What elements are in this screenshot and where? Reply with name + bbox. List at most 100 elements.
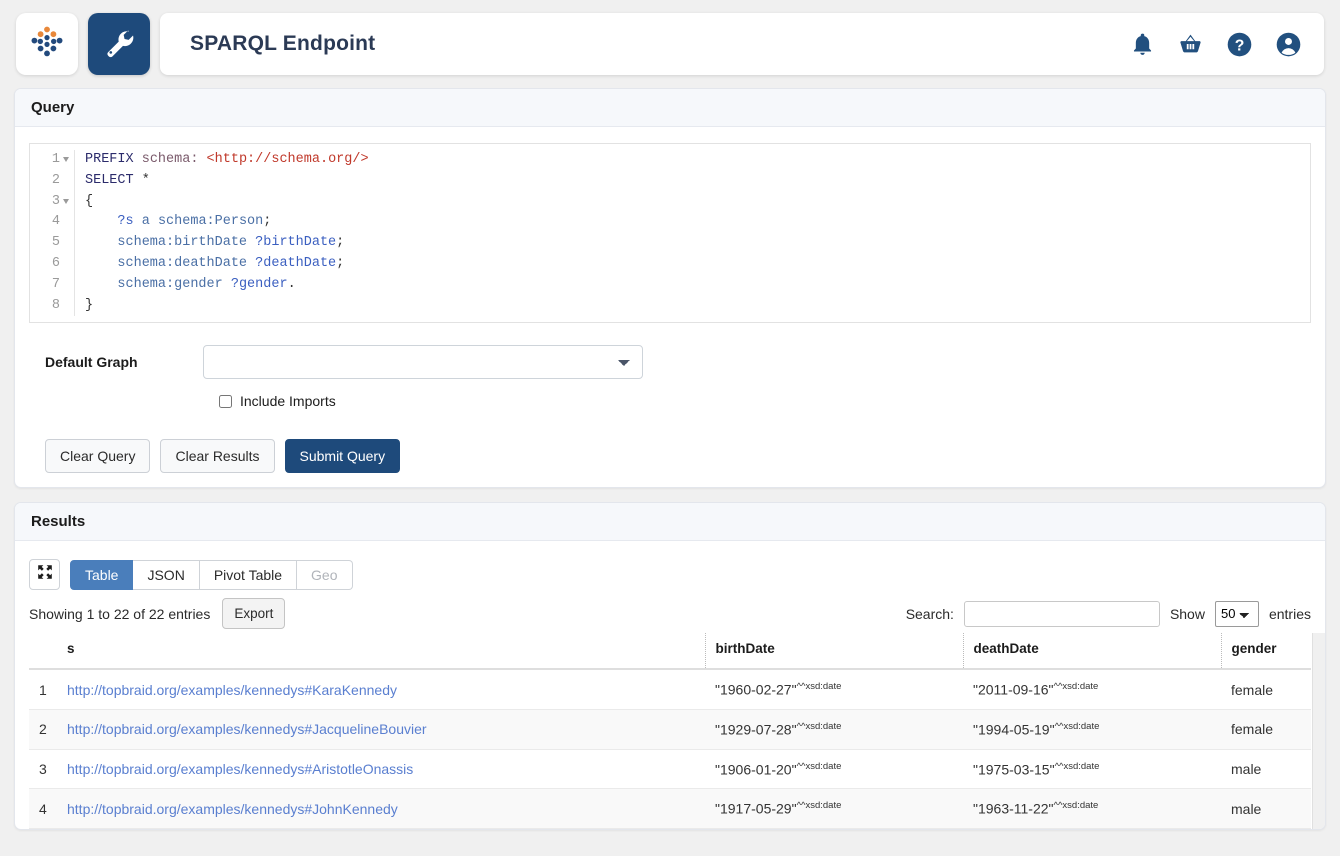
- search-input[interactable]: [963, 600, 1160, 627]
- birthdate-cell: "1929-07-28"^^xsd:date: [705, 709, 963, 750]
- svg-text:?: ?: [1235, 37, 1245, 54]
- line-number: 8: [51, 297, 60, 313]
- deathdate-datatype: ^^xsd:date: [1053, 681, 1099, 693]
- birthdate-value: "1917-05-29": [715, 801, 797, 817]
- deathdate-cell: "1975-03-15"^^xsd:date: [963, 749, 1221, 790]
- line-number: 5: [51, 235, 60, 251]
- results-table-wrap: s birthDate deathDate gender 1 http://to…: [15, 633, 1325, 829]
- resource-link[interactable]: http://topbraid.org/examples/kennedys#Ar…: [67, 761, 413, 777]
- results-table-head: s birthDate deathDate gender: [29, 633, 1311, 671]
- topbraid-logo-tile[interactable]: [16, 13, 78, 75]
- table-row: 2 http://topbraid.org/examples/kennedys#…: [29, 709, 1311, 750]
- app-header: SPARQL Endpoint ?: [0, 0, 1340, 88]
- results-tabs-row: Table JSON Pivot Table Geo: [15, 555, 1325, 591]
- line-number: 6: [51, 255, 60, 271]
- birthdate-datatype: ^^xsd:date: [796, 760, 842, 772]
- showing-entries-text: Showing 1 to 22 of 22 entries: [29, 605, 211, 622]
- include-imports-row: Include Imports: [219, 393, 1311, 409]
- birthdate-datatype: ^^xsd:date: [796, 800, 842, 812]
- gender-cell: female: [1221, 669, 1311, 711]
- table-controls: Showing 1 to 22 of 22 entries Export Sea…: [15, 590, 1325, 633]
- line-number: 2: [51, 172, 60, 188]
- show-label: Show: [1169, 605, 1205, 622]
- resource-link[interactable]: http://topbraid.org/examples/kennedys#Ja…: [67, 721, 427, 737]
- sparql-editor[interactable]: 1 2 3 4 5 6 7 8 PREFIX schema: <http://s…: [29, 143, 1311, 324]
- bell-icon[interactable]: [1130, 32, 1155, 57]
- column-header-gender[interactable]: gender: [1221, 633, 1311, 671]
- table-row: 3 http://topbraid.org/examples/kennedys#…: [29, 749, 1311, 790]
- line-number: 3: [30, 192, 69, 213]
- table-header-row: s birthDate deathDate gender: [29, 633, 1311, 671]
- expand-results-button[interactable]: [29, 559, 60, 591]
- submit-query-button[interactable]: Submit Query: [284, 439, 401, 474]
- deathdate-datatype: ^^xsd:date: [1053, 800, 1099, 812]
- gender-cell: male: [1221, 749, 1311, 790]
- resource-link[interactable]: http://topbraid.org/examples/kennedys#Jo…: [67, 801, 398, 817]
- tab-geo: Geo: [297, 559, 353, 590]
- help-icon[interactable]: ?: [1226, 31, 1253, 58]
- birthdate-datatype: ^^xsd:date: [796, 681, 842, 693]
- deathdate-cell: "2011-09-16"^^xsd:date: [963, 669, 1221, 711]
- gender-cell: male: [1221, 788, 1311, 829]
- results-scrollbar[interactable]: [1312, 633, 1325, 829]
- column-header-s[interactable]: s: [57, 633, 706, 671]
- expand-arrows-icon: [37, 564, 53, 585]
- results-panel: Results Table JSON Pivot Table Geo Showi…: [14, 502, 1326, 830]
- birthdate-value: "1960-02-27": [715, 682, 797, 699]
- gender-cell: female: [1221, 709, 1311, 750]
- query-panel-title: Query: [15, 89, 1325, 127]
- clear-query-button[interactable]: Clear Query: [45, 439, 151, 474]
- deathdate-value: "1975-03-15": [973, 761, 1055, 778]
- birthdate-cell: "1960-02-27"^^xsd:date: [705, 669, 963, 711]
- default-graph-row: Default Graph: [29, 345, 1311, 380]
- deathdate-value: "1963-11-22": [973, 801, 1054, 817]
- wrench-icon: [102, 25, 136, 64]
- table-row: 1 http://topbraid.org/examples/kennedys#…: [29, 669, 1311, 711]
- line-number: 4: [51, 214, 60, 230]
- include-imports-checkbox[interactable]: [219, 394, 232, 408]
- title-bar: SPARQL Endpoint ?: [160, 13, 1324, 75]
- sparql-tool-tile[interactable]: [88, 13, 150, 75]
- clear-results-button[interactable]: Clear Results: [160, 439, 275, 474]
- tab-pivot-table[interactable]: Pivot Table: [199, 559, 298, 590]
- page-length-select[interactable]: 50: [1214, 600, 1259, 627]
- basket-icon[interactable]: [1177, 31, 1204, 58]
- deathdate-cell: "1963-11-22"^^xsd:date: [963, 788, 1221, 829]
- line-number: 1: [30, 150, 69, 171]
- results-table: s birthDate deathDate gender 1 http://to…: [29, 633, 1311, 829]
- resource-link[interactable]: http://topbraid.org/examples/kennedys#Ka…: [67, 682, 397, 698]
- header-icon-group: ?: [1130, 31, 1302, 58]
- line-number: 7: [51, 276, 60, 292]
- table-row: 4 http://topbraid.org/examples/kennedys#…: [29, 788, 1311, 829]
- entries-label: entries: [1268, 605, 1311, 622]
- fold-triangle-icon[interactable]: [63, 157, 69, 162]
- column-header-birthdate[interactable]: birthDate: [705, 633, 964, 671]
- deathdate-datatype: ^^xsd:date: [1054, 760, 1100, 772]
- birthdate-cell: "1917-05-29"^^xsd:date: [705, 788, 963, 829]
- search-label: Search:: [905, 605, 954, 622]
- tab-table[interactable]: Table: [70, 559, 134, 590]
- results-table-body: 1 http://topbraid.org/examples/kennedys#…: [29, 669, 1311, 829]
- user-avatar-icon[interactable]: [1275, 31, 1302, 58]
- editor-line-numbers: 1 2 3 4 5 6 7 8: [30, 150, 74, 316]
- column-header-index[interactable]: [29, 633, 57, 671]
- deathdate-cell: "1994-05-19"^^xsd:date: [963, 709, 1221, 750]
- row-index: 2: [29, 709, 57, 750]
- include-imports-label[interactable]: Include Imports: [240, 393, 336, 409]
- row-index: 4: [29, 788, 57, 829]
- results-view-tabs: Table JSON Pivot Table Geo: [70, 559, 353, 590]
- birthdate-cell: "1906-01-20"^^xsd:date: [705, 749, 963, 790]
- export-button[interactable]: Export: [222, 598, 286, 630]
- default-graph-select[interactable]: [203, 345, 643, 380]
- results-panel-title: Results: [15, 503, 1325, 542]
- topbraid-logo-icon: [27, 22, 67, 67]
- column-header-deathdate[interactable]: deathDate: [963, 633, 1222, 671]
- deathdate-value: "2011-09-16": [973, 682, 1054, 699]
- sparql-query-text[interactable]: PREFIX schema: <http://schema.org/> SELE…: [74, 150, 1310, 317]
- row-index: 3: [29, 749, 57, 790]
- page-title: SPARQL Endpoint: [190, 32, 376, 55]
- fold-triangle-icon[interactable]: [63, 198, 69, 204]
- query-button-row: Clear Query Clear Results Submit Query: [29, 439, 1311, 474]
- tab-json[interactable]: JSON: [133, 559, 200, 590]
- birthdate-value: "1929-07-28": [715, 721, 797, 738]
